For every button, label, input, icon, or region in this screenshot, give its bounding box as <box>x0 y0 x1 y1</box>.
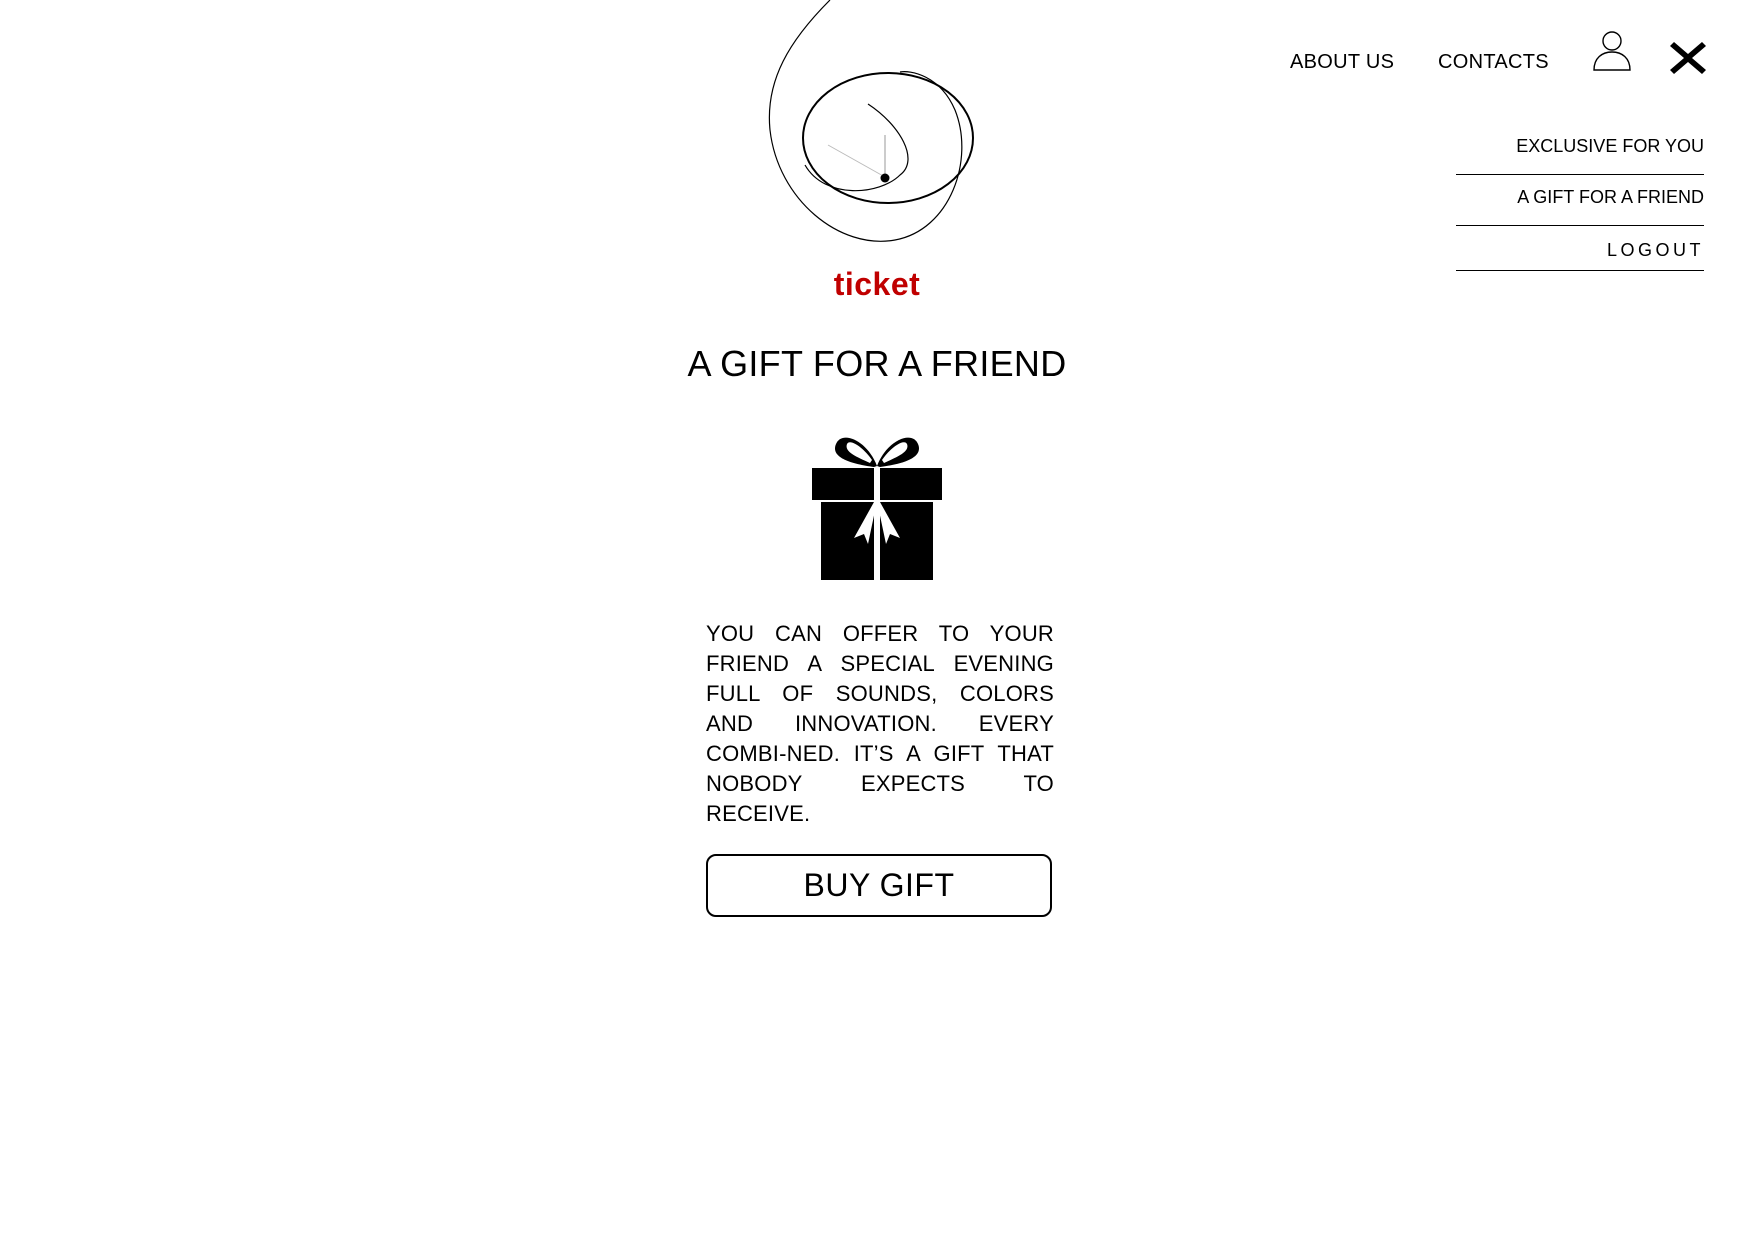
gift-description: YOU CAN OFFER TO YOUR FRIEND A SPECIAL E… <box>706 621 1054 826</box>
menu-item-logout[interactable]: LOGOUT <box>1456 226 1704 271</box>
close-icon[interactable] <box>1668 38 1708 78</box>
menu-item-exclusive-for-you[interactable]: EXCLUSIVE FOR YOU <box>1456 124 1704 175</box>
nav-link-about-us[interactable]: ABOUT US <box>1290 48 1394 76</box>
menu-item-a-gift-for-a-friend[interactable]: A GIFT FOR A FRIEND <box>1456 175 1704 226</box>
menu-item-exclusive-for-you-label: EXCLUSIVE FOR YOU <box>1516 136 1704 156</box>
buy-gift-button[interactable]: BUY GIFT <box>706 854 1052 917</box>
menu-item-a-gift-for-a-friend-label: A GIFT FOR A FRIEND <box>1517 187 1704 207</box>
brand-name: ticket <box>833 266 921 302</box>
swirl-logo-icon <box>768 0 974 242</box>
nav-link-about-us-label: ABOUT US <box>1290 51 1395 73</box>
menu-item-logout-label: LOGOUT <box>1606 240 1704 260</box>
page-title: A GIFT FOR A FRIEND <box>687 343 1067 384</box>
user-icon[interactable] <box>1592 28 1632 72</box>
gift-box-icon <box>812 437 942 580</box>
nav-link-contacts-label: CONTACTS <box>1438 51 1549 73</box>
user-dropdown-menu: EXCLUSIVE FOR YOU A GIFT FOR A FRIEND LO… <box>1456 124 1704 271</box>
nav-link-contacts[interactable]: CONTACTS <box>1438 48 1549 76</box>
